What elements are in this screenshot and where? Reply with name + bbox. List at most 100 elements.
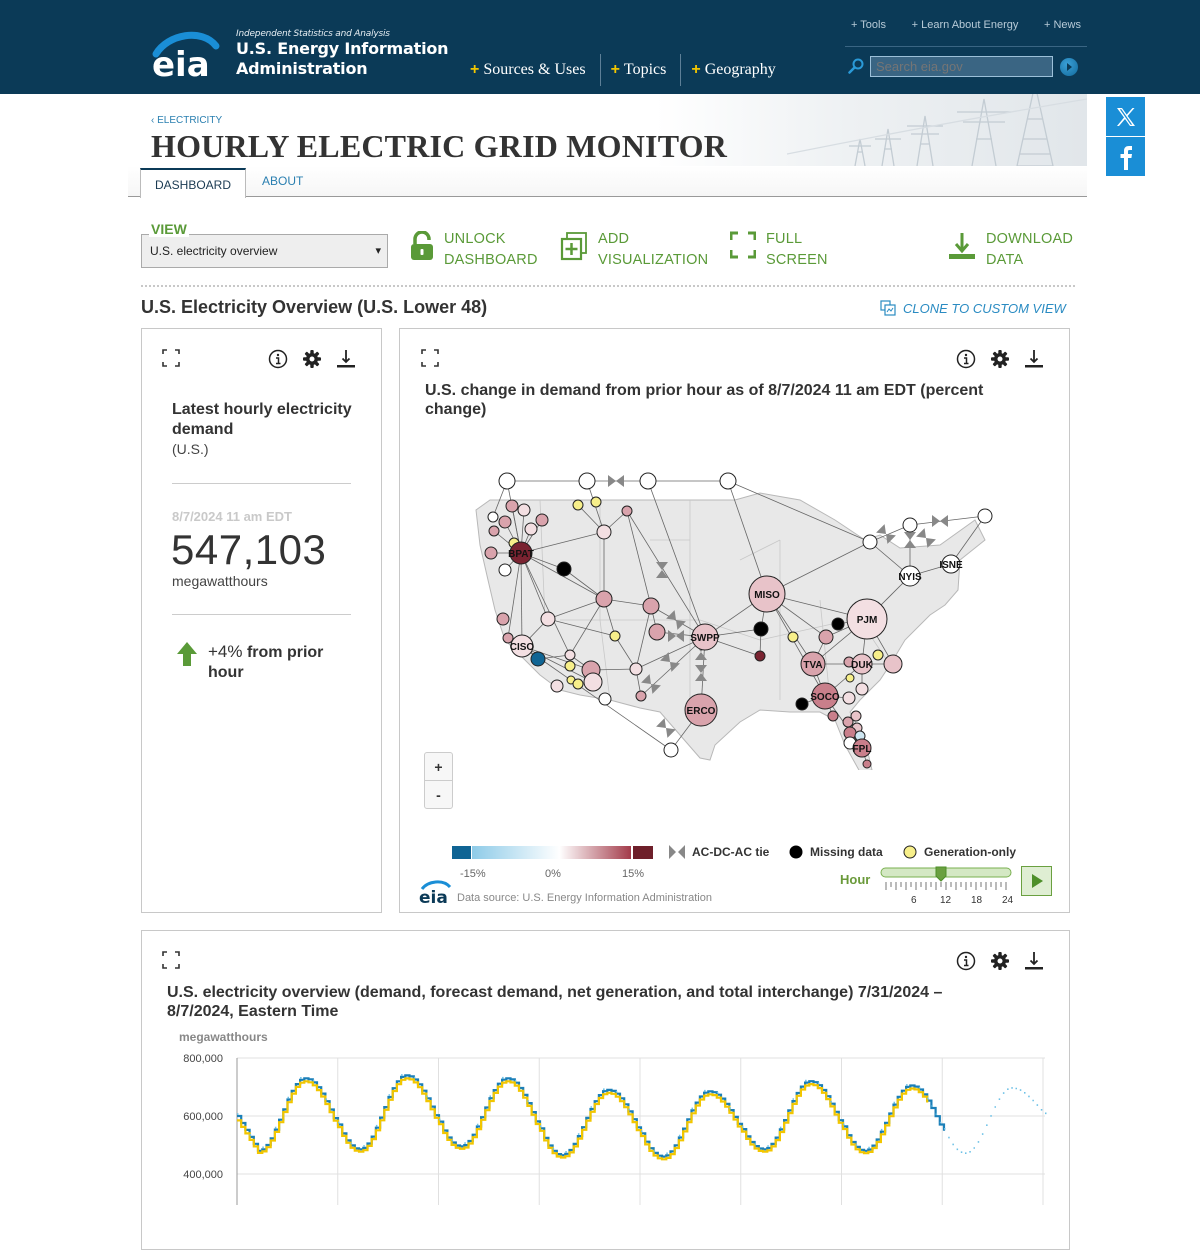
nav-tools[interactable]: + Tools bbox=[851, 19, 886, 31]
map-zoom-control: + - bbox=[424, 752, 453, 809]
ba-node[interactable] bbox=[598, 692, 612, 706]
ba-node[interactable] bbox=[572, 678, 584, 690]
ba-node[interactable] bbox=[663, 742, 679, 758]
series-forecast-demand bbox=[237, 1074, 1047, 1155]
download-icon[interactable] bbox=[336, 349, 356, 369]
add-visualization-button[interactable]: ADD VISUALIZATION bbox=[560, 229, 708, 271]
gear-icon[interactable] bbox=[302, 349, 322, 369]
ba-node[interactable] bbox=[498, 472, 516, 490]
nav-sources-uses[interactable]: + Sources & Uses bbox=[460, 54, 601, 86]
ba-node[interactable] bbox=[505, 499, 519, 513]
balancing-authority-map[interactable]: BPAT CISO SWPP ERCO MISO PJM NYIS ISNE TVA DUK SOC… bbox=[400, 430, 1070, 770]
zoom-in-button[interactable]: + bbox=[425, 753, 452, 781]
ba-node[interactable] bbox=[855, 682, 869, 696]
view-select[interactable]: U.S. electricity overview ▾ bbox=[141, 234, 388, 268]
ba-node[interactable] bbox=[535, 513, 549, 527]
ba-node[interactable] bbox=[719, 472, 737, 490]
breadcrumb-electricity[interactable]: ‹ ELECTRICITY bbox=[151, 115, 222, 126]
info-icon[interactable] bbox=[956, 349, 976, 369]
ba-node[interactable] bbox=[578, 472, 596, 490]
zoom-out-button[interactable]: - bbox=[425, 781, 452, 809]
ba-node[interactable] bbox=[642, 597, 660, 615]
ba-node[interactable] bbox=[487, 511, 499, 523]
ba-node[interactable] bbox=[842, 691, 856, 705]
eia-logo[interactable]: eia bbox=[150, 28, 222, 80]
eia-small-logo: eia bbox=[419, 880, 452, 904]
ba-node[interactable] bbox=[883, 654, 903, 674]
ba-node[interactable] bbox=[872, 649, 884, 661]
ba-node[interactable] bbox=[639, 472, 657, 490]
ba-node[interactable] bbox=[564, 649, 576, 661]
kpi-change: +4% from prior hour bbox=[208, 642, 358, 683]
ba-node[interactable] bbox=[902, 517, 918, 533]
ba-node[interactable] bbox=[498, 515, 512, 529]
ba-node[interactable] bbox=[564, 660, 576, 672]
slider-thumb-handle[interactable] bbox=[935, 866, 947, 882]
info-icon[interactable] bbox=[956, 951, 976, 971]
ba-node[interactable] bbox=[648, 623, 666, 641]
ba-node[interactable] bbox=[862, 534, 878, 550]
full-screen-button[interactable]: FULL SCREEN bbox=[730, 229, 828, 271]
tab-dashboard[interactable]: DASHBOARD bbox=[140, 168, 247, 198]
gear-icon[interactable] bbox=[990, 349, 1010, 369]
slider-thumb[interactable] bbox=[935, 866, 947, 882]
ba-node[interactable] bbox=[550, 679, 564, 693]
ba-node[interactable] bbox=[753, 621, 769, 637]
ba-node[interactable] bbox=[845, 673, 855, 683]
ba-node[interactable] bbox=[488, 525, 500, 537]
ba-node[interactable] bbox=[583, 672, 603, 692]
nav-learn-about-energy[interactable]: + Learn About Energy bbox=[912, 19, 1019, 31]
ba-node[interactable] bbox=[609, 630, 621, 642]
ba-node[interactable] bbox=[496, 612, 510, 626]
ba-node[interactable] bbox=[635, 690, 647, 702]
ba-node[interactable] bbox=[827, 710, 839, 722]
org-name[interactable]: Independent Statistics and Analysis U.S.… bbox=[236, 29, 449, 79]
ba-node[interactable] bbox=[590, 496, 602, 508]
play-button[interactable] bbox=[1021, 866, 1052, 896]
ba-node[interactable] bbox=[530, 651, 546, 667]
ba-node[interactable] bbox=[540, 611, 556, 627]
ba-node[interactable] bbox=[842, 716, 854, 728]
tab-about[interactable]: ABOUT bbox=[248, 166, 317, 196]
download-data-button[interactable]: DOWNLOAD DATA bbox=[948, 229, 1073, 271]
unlock-dashboard-button[interactable]: UNLOCK DASHBOARD bbox=[410, 229, 538, 271]
ba-node[interactable] bbox=[498, 563, 512, 577]
search-submit-button[interactable] bbox=[1060, 58, 1078, 76]
expand-icon[interactable] bbox=[162, 349, 180, 367]
ba-node[interactable] bbox=[621, 505, 633, 517]
ba-node[interactable] bbox=[795, 697, 809, 711]
ba-node[interactable] bbox=[831, 617, 845, 631]
section-title: U.S. Electricity Overview (U.S. Lower 48… bbox=[141, 297, 488, 317]
ba-node[interactable] bbox=[629, 662, 643, 676]
nav-geography[interactable]: + Geography bbox=[681, 54, 789, 86]
search-input[interactable] bbox=[870, 56, 1053, 77]
ba-node[interactable] bbox=[754, 650, 766, 662]
ba-node[interactable] bbox=[595, 590, 613, 608]
nav-label: Sources & Uses bbox=[483, 61, 586, 78]
overview-line-chart[interactable]: megawatthours 800,000 600,000 400,000 bbox=[160, 1025, 1060, 1205]
info-icon[interactable] bbox=[268, 349, 288, 369]
download-icon[interactable] bbox=[1024, 349, 1044, 369]
ba-node[interactable] bbox=[556, 561, 572, 577]
ba-node[interactable] bbox=[818, 629, 834, 645]
legend-missing-data: Missing data bbox=[789, 845, 883, 859]
clone-to-custom-view-link[interactable]: CLONE TO CUSTOM VIEW bbox=[880, 300, 1066, 316]
ba-node[interactable] bbox=[977, 508, 993, 524]
y-tick-label: 400,000 bbox=[183, 1169, 223, 1181]
ba-node[interactable] bbox=[572, 499, 584, 511]
download-icon[interactable] bbox=[1024, 951, 1044, 971]
ba-node[interactable] bbox=[484, 546, 498, 560]
ba-node[interactable] bbox=[862, 759, 872, 769]
nav-topics[interactable]: + Topics bbox=[601, 54, 682, 86]
ba-node[interactable] bbox=[596, 524, 612, 540]
unlock-label-1: UNLOCK bbox=[444, 231, 506, 247]
share-facebook-button[interactable] bbox=[1106, 137, 1145, 176]
ba-node[interactable] bbox=[787, 631, 799, 643]
expand-icon[interactable] bbox=[421, 349, 439, 367]
gear-icon[interactable] bbox=[990, 951, 1010, 971]
share-x-button[interactable] bbox=[1106, 97, 1145, 136]
expand-icon[interactable] bbox=[162, 951, 180, 969]
ba-node[interactable] bbox=[517, 503, 531, 517]
nav-news[interactable]: + News bbox=[1044, 19, 1081, 31]
ba-node[interactable] bbox=[524, 522, 538, 536]
